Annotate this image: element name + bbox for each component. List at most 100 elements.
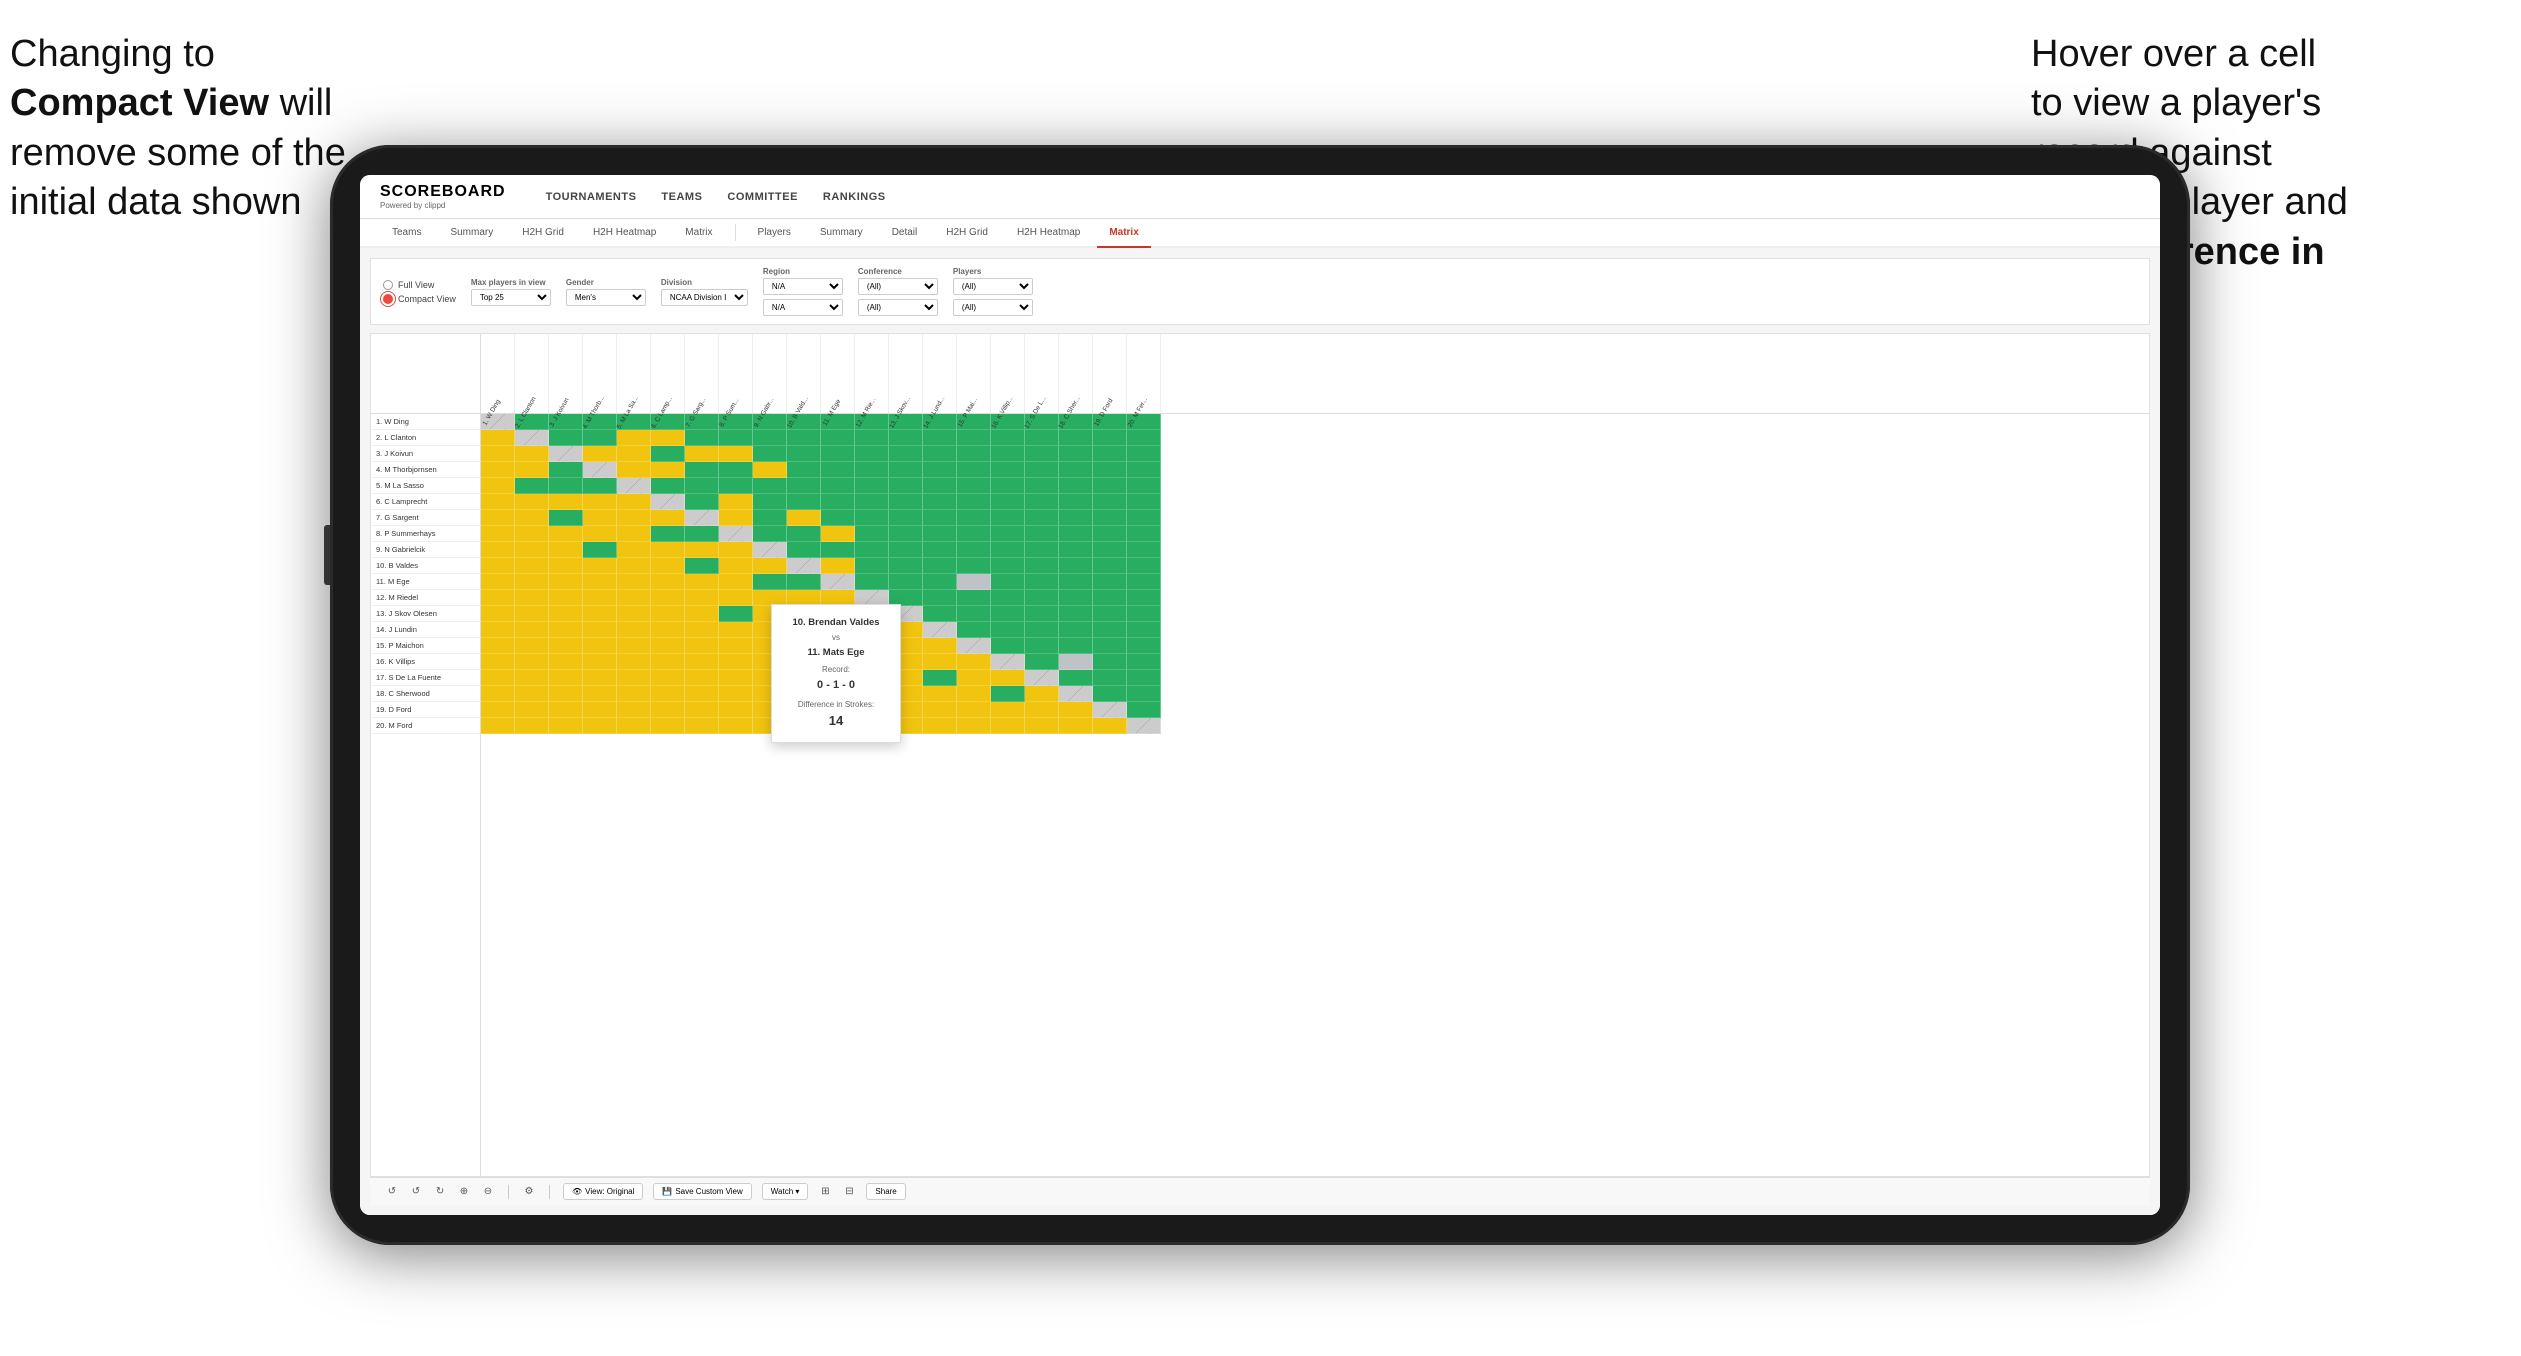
- matrix-cell[interactable]: [617, 526, 651, 542]
- sub-tab-h2h-heatmap2[interactable]: H2H Heatmap: [1005, 219, 1092, 248]
- matrix-cell[interactable]: [515, 558, 549, 574]
- matrix-cell[interactable]: [651, 478, 685, 494]
- matrix-cell[interactable]: [1025, 558, 1059, 574]
- region-select1[interactable]: N/A: [763, 278, 843, 295]
- matrix-cell[interactable]: [1127, 718, 1161, 734]
- matrix-cell[interactable]: [719, 542, 753, 558]
- matrix-cell[interactable]: [991, 510, 1025, 526]
- matrix-cell[interactable]: [1025, 478, 1059, 494]
- matrix-cell[interactable]: [549, 686, 583, 702]
- matrix-cell[interactable]: [685, 590, 719, 606]
- matrix-cell[interactable]: [821, 430, 855, 446]
- matrix-cell[interactable]: [617, 430, 651, 446]
- matrix-cell[interactable]: [1059, 622, 1093, 638]
- matrix-cell[interactable]: [957, 478, 991, 494]
- players-select2[interactable]: (All): [953, 299, 1033, 316]
- matrix-cell[interactable]: [821, 510, 855, 526]
- matrix-cell[interactable]: [685, 510, 719, 526]
- sub-tab-detail[interactable]: Detail: [880, 219, 930, 248]
- matrix-cell[interactable]: [583, 606, 617, 622]
- matrix-cell[interactable]: [957, 606, 991, 622]
- matrix-cell[interactable]: [923, 446, 957, 462]
- matrix-cell[interactable]: [1059, 510, 1093, 526]
- matrix-cell[interactable]: [821, 558, 855, 574]
- matrix-cell[interactable]: [957, 430, 991, 446]
- matrix-cell[interactable]: [855, 462, 889, 478]
- matrix-cell[interactable]: [1127, 654, 1161, 670]
- matrix-cell[interactable]: [651, 462, 685, 478]
- matrix-cell[interactable]: [1093, 702, 1127, 718]
- undo-icon[interactable]: ↺: [385, 1185, 399, 1199]
- matrix-cell[interactable]: [1093, 446, 1127, 462]
- matrix-cell[interactable]: [923, 510, 957, 526]
- matrix-cell[interactable]: [991, 446, 1025, 462]
- matrix-cell[interactable]: [787, 462, 821, 478]
- matrix-cell[interactable]: [923, 670, 957, 686]
- matrix-cell[interactable]: [1093, 622, 1127, 638]
- matrix-cell[interactable]: [855, 430, 889, 446]
- matrix-cell[interactable]: [481, 638, 515, 654]
- matrix-cell[interactable]: [515, 446, 549, 462]
- matrix-cell[interactable]: [957, 638, 991, 654]
- matrix-cell[interactable]: [1093, 574, 1127, 590]
- view-original-button[interactable]: 👁 View: Original: [563, 1183, 643, 1200]
- matrix-cell[interactable]: [583, 462, 617, 478]
- matrix-cell[interactable]: [583, 542, 617, 558]
- matrix-cell[interactable]: [651, 622, 685, 638]
- matrix-cell[interactable]: [1059, 542, 1093, 558]
- matrix-cell[interactable]: [685, 446, 719, 462]
- matrix-cell[interactable]: [1093, 654, 1127, 670]
- matrix-cell[interactable]: [583, 622, 617, 638]
- matrix-cell[interactable]: [1025, 574, 1059, 590]
- matrix-cell[interactable]: [753, 446, 787, 462]
- matrix-cell[interactable]: [855, 478, 889, 494]
- matrix-cell[interactable]: [957, 510, 991, 526]
- matrix-cell[interactable]: [515, 702, 549, 718]
- matrix-cell[interactable]: [1059, 654, 1093, 670]
- matrix-cell[interactable]: [685, 526, 719, 542]
- max-players-select[interactable]: Top 25: [471, 289, 551, 306]
- matrix-cell[interactable]: [583, 718, 617, 734]
- matrix-cell[interactable]: [651, 558, 685, 574]
- matrix-cell[interactable]: [685, 606, 719, 622]
- watch-button[interactable]: Watch ▾: [762, 1183, 809, 1200]
- matrix-cell[interactable]: [1127, 638, 1161, 654]
- matrix-cell[interactable]: [617, 702, 651, 718]
- matrix-cell[interactable]: [549, 606, 583, 622]
- matrix-cell[interactable]: [889, 446, 923, 462]
- matrix-cell[interactable]: [549, 430, 583, 446]
- matrix-cell[interactable]: [855, 510, 889, 526]
- matrix-cell[interactable]: [991, 526, 1025, 542]
- matrix-cell[interactable]: [753, 558, 787, 574]
- sub-tab-players[interactable]: Players: [746, 219, 803, 248]
- matrix-cell[interactable]: [719, 430, 753, 446]
- matrix-cell[interactable]: [617, 494, 651, 510]
- matrix-cell[interactable]: [583, 558, 617, 574]
- matrix-cell[interactable]: [923, 494, 957, 510]
- matrix-cell[interactable]: [719, 574, 753, 590]
- matrix-cell[interactable]: [515, 574, 549, 590]
- matrix-cell[interactable]: [889, 558, 923, 574]
- matrix-cell[interactable]: [651, 446, 685, 462]
- sub-tab-matrix2[interactable]: Matrix: [1097, 219, 1150, 248]
- matrix-cell[interactable]: [991, 670, 1025, 686]
- matrix-cell[interactable]: [1127, 590, 1161, 606]
- matrix-cell[interactable]: [991, 574, 1025, 590]
- matrix-cell[interactable]: [889, 430, 923, 446]
- matrix-cell[interactable]: [923, 462, 957, 478]
- matrix-cell[interactable]: [957, 574, 991, 590]
- matrix-cell[interactable]: [651, 574, 685, 590]
- matrix-cell[interactable]: [481, 526, 515, 542]
- settings-icon[interactable]: ⚙: [522, 1185, 536, 1199]
- matrix-cell[interactable]: [753, 430, 787, 446]
- matrix-cell[interactable]: [481, 606, 515, 622]
- matrix-cell[interactable]: [889, 494, 923, 510]
- matrix-cell[interactable]: [549, 718, 583, 734]
- matrix-cell[interactable]: [583, 510, 617, 526]
- matrix-cell[interactable]: [1025, 702, 1059, 718]
- matrix-cell[interactable]: [1127, 462, 1161, 478]
- grid-icon[interactable]: ⊟: [842, 1185, 856, 1199]
- matrix-cell[interactable]: [1127, 606, 1161, 622]
- matrix-cell[interactable]: [481, 718, 515, 734]
- matrix-cell[interactable]: [515, 526, 549, 542]
